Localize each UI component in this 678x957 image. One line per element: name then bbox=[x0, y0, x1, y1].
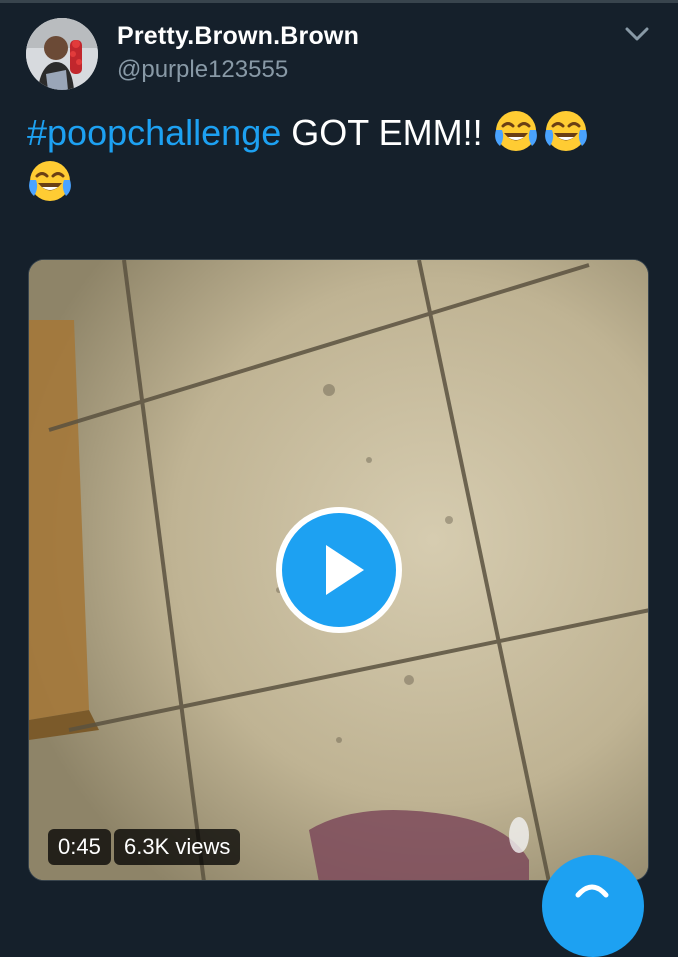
face-with-tears-of-joy-icon bbox=[493, 108, 539, 154]
tweet-text: #poopchallenge GOT EMM!! bbox=[27, 108, 657, 208]
author-handle[interactable]: @purple123555 bbox=[117, 56, 288, 84]
tweet-body: GOT EMM!! bbox=[291, 112, 483, 153]
video-player[interactable]: 0:45 6.3K views bbox=[28, 259, 649, 881]
avatar-photo bbox=[26, 18, 98, 90]
face-with-tears-of-joy-icon bbox=[27, 158, 73, 204]
compose-icon bbox=[575, 884, 609, 898]
video-view-count: 6.3K views bbox=[114, 829, 241, 865]
avatar[interactable] bbox=[26, 18, 98, 90]
chevron-down-icon[interactable] bbox=[622, 22, 652, 46]
face-with-tears-of-joy-icon bbox=[543, 108, 589, 154]
tweet-header: Pretty.Brown.Brown @purple123555 bbox=[0, 0, 678, 100]
video-duration: 0:45 bbox=[48, 829, 111, 865]
author-name[interactable]: Pretty.Brown.Brown bbox=[117, 22, 359, 51]
compose-tweet-button[interactable] bbox=[542, 855, 644, 957]
play-button[interactable] bbox=[276, 507, 402, 633]
play-icon bbox=[326, 545, 364, 595]
hashtag-link[interactable]: #poopchallenge bbox=[27, 112, 281, 153]
